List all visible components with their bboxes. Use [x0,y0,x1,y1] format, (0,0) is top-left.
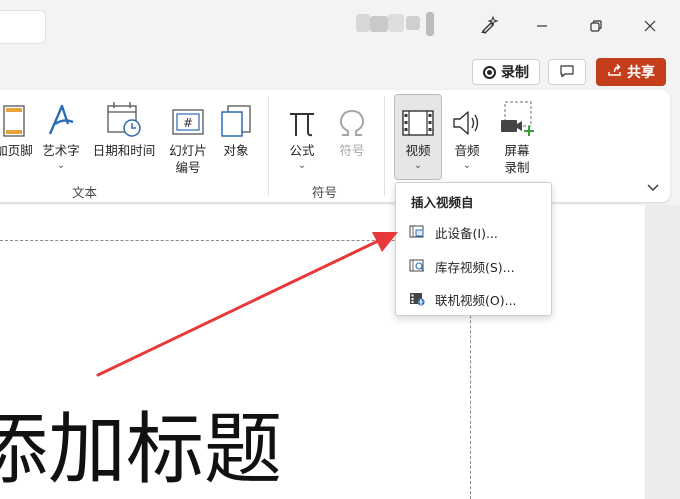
editor-margin [645,205,680,499]
object-label: 对象 [223,143,249,158]
chevron-down-icon: ⌄ [56,160,66,171]
wordart-button[interactable]: 艺术字 ⌄ [38,98,84,171]
online-video-icon [409,292,425,306]
wordart-label: 艺术字 [42,143,80,158]
audio-label: 音频 [454,143,480,158]
slide-number-icon: # [171,98,205,138]
screen-rec-label-2: 录制 [504,160,530,175]
ribbon-collapse-button[interactable] [646,178,662,192]
menu-item-stock-video[interactable]: 库存视频(S)... [396,251,553,281]
symbol-button[interactable]: 符号 [330,98,374,159]
video-label: 视频 [405,143,431,158]
restore-button[interactable] [578,12,614,42]
pen-sparkle-icon [478,15,499,39]
slide-number-button[interactable]: # 幻灯片 编号 [164,98,212,176]
ribbon-separator [268,96,269,196]
designer-pen-button[interactable] [470,12,506,42]
record-label: 录制 [501,65,529,81]
symbol-label: 符号 [339,143,365,158]
speaker-icon [450,98,484,138]
header-footer-icon [2,98,26,138]
omega-icon [337,98,367,138]
share-label: 共享 [627,65,655,81]
chevron-down-icon: ⌄ [297,160,307,171]
calendar-clock-icon [106,98,142,138]
header-footer-button[interactable]: 加页脚 [0,98,34,159]
chevron-down-icon [646,178,660,197]
video-button[interactable]: 视频 ⌄ [394,98,442,171]
screen-rec-label-1: 屏幕 [504,143,530,158]
comment-icon [559,63,575,82]
share-button[interactable]: 共享 [596,58,666,86]
ribbon-separator [384,96,385,196]
minimize-icon [535,18,549,37]
screen-record-icon [499,98,535,138]
device-video-icon [409,225,425,239]
group-label-text: 文本 [72,185,98,200]
title-bar [0,0,680,54]
close-icon [643,18,657,37]
insert-video-menu: 插入视频自 此设备(I)... 库存视频(S)... 联机视频(O)... [395,182,552,316]
share-icon [607,63,623,81]
record-button[interactable]: 录制 [472,59,540,85]
object-button[interactable]: 对象 [216,98,256,159]
menu-item-label: 库存视频(S)... [435,259,515,275]
svg-text:#: # [183,116,193,130]
wordart-icon [46,98,76,138]
object-icon [220,98,252,138]
slide-number-label-2: 编号 [175,160,201,175]
menu-item-online-video[interactable]: 联机视频(O)... [396,284,553,314]
menu-item-label: 联机视频(O)... [435,292,517,308]
film-icon [401,98,435,138]
chevron-down-icon: ⌄ [413,160,423,171]
slide-number-label-1: 幻灯片 [169,143,207,158]
screen-recording-button[interactable]: 屏幕 录制 [494,98,540,176]
close-button[interactable] [632,12,668,42]
datetime-button[interactable]: 日期和时间 [88,98,160,159]
menu-header: 插入视频自 [411,195,474,210]
group-label-symbols: 符号 [312,185,338,200]
title-placeholder[interactable]: 添加标题 [0,400,282,499]
search-box[interactable] [0,10,46,44]
equation-button[interactable]: 公式 ⌄ [280,98,324,171]
audio-button[interactable]: 音频 ⌄ [444,98,490,171]
header-footer-label: 加页脚 [0,143,33,158]
minimize-button[interactable] [524,12,560,42]
restore-icon [589,18,603,37]
datetime-label: 日期和时间 [92,143,156,158]
menu-item-label: 此设备(I)... [435,225,498,241]
chevron-down-icon: ⌄ [462,160,472,171]
equation-label: 公式 [289,143,315,158]
pi-icon [287,98,317,138]
menu-item-this-device[interactable]: 此设备(I)... [396,217,553,247]
account-avatar[interactable] [356,12,436,38]
record-icon [483,65,496,79]
comments-button[interactable] [548,59,586,85]
ribbon-insert-tab: 加页脚 艺术字 ⌄ 日期和时间 # 幻灯片 编号 对象 文本 公式 ⌄ 符号 符… [0,90,670,202]
stock-video-icon [409,259,425,273]
